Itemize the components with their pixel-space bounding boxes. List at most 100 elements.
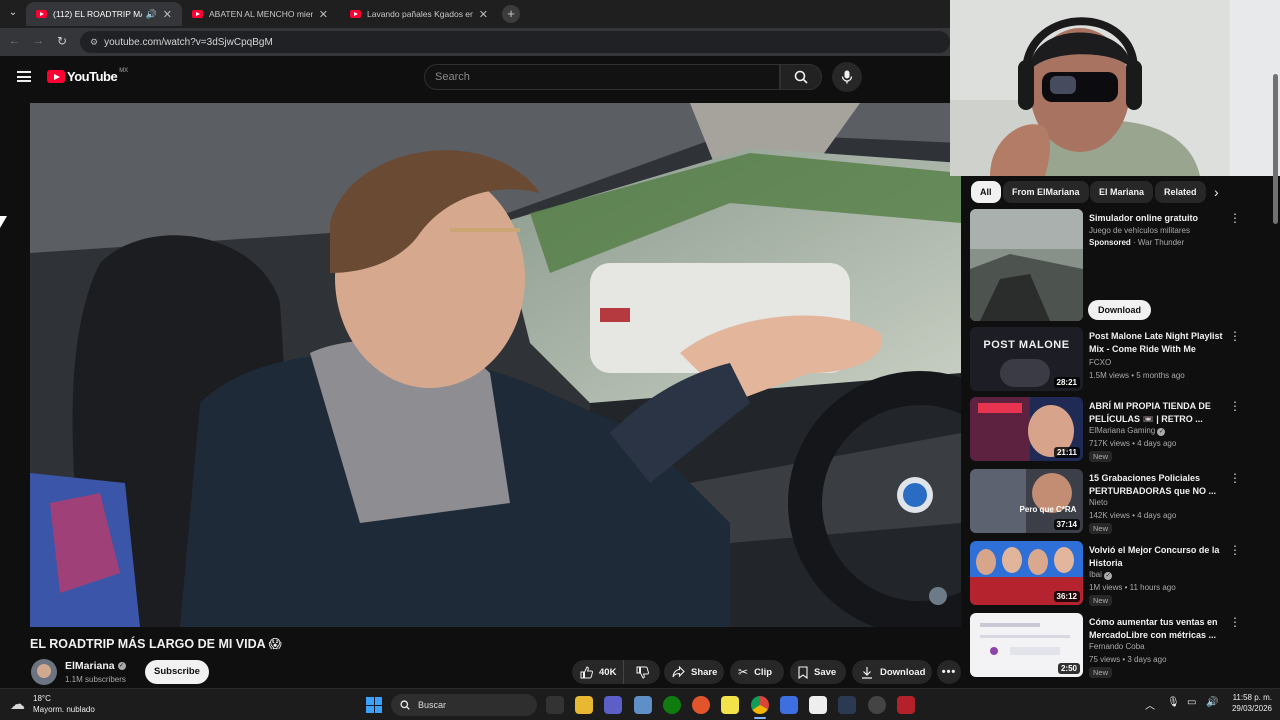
new-badge: New [1089,595,1113,606]
capcut-icon[interactable] [809,696,827,714]
youtube-wordmark: YouTube [67,69,118,84]
file-explorer-icon[interactable] [575,696,593,714]
rec-title[interactable]: 15 Grabaciones Policiales PERTURBADORAS … [1089,472,1229,498]
taskbar-search-box[interactable]: Buscar [391,694,537,716]
chip-related[interactable]: Related [1155,181,1206,203]
chips-next-icon[interactable]: › [1214,184,1219,200]
close-tab-icon[interactable]: ✕ [479,8,488,21]
teams-icon[interactable] [604,696,622,714]
ad-download-button[interactable]: Download [1088,300,1151,320]
network-icon[interactable]: ▭ [1187,697,1196,708]
search-input[interactable]: Search [424,64,780,90]
rec-channel[interactable]: ElMariana Gaming ✓ [1089,424,1239,437]
clip-button[interactable]: ✂ Clip [730,660,784,684]
microphone-tray-icon[interactable]: 🎙 [1167,697,1180,708]
rec-channel[interactable]: FCXO [1089,356,1239,369]
rec-channel[interactable]: Ibai ✓ [1089,568,1239,581]
video-thumbnail[interactable]: 21:11 [970,397,1083,461]
tab-abaten[interactable]: ABATEN AL MENCHO mientras ✕ [182,2,338,26]
taskbar: ☁ 18°C Mayorm. nublado Buscar ︿ 🎙 ▭ 🔊 11… [0,688,1280,720]
app-icon-4[interactable] [634,696,652,714]
verified-icon: ✓ [1157,428,1166,436]
youtube-logo[interactable]: YouTube MX [47,68,128,84]
menu-icon[interactable] [17,71,31,82]
duration-badge: 21:11 [1053,447,1080,458]
tray-chevron-icon[interactable]: ︿ [1145,697,1155,712]
subscribe-button[interactable]: Subscribe [145,660,209,684]
app-icon-7[interactable] [721,696,739,714]
channel-name[interactable]: ElMariana ✓ [65,660,126,672]
microphone-icon [841,70,853,84]
close-tab-icon[interactable]: ✕ [163,8,172,21]
rec-title[interactable]: Post Malone Late Night Playlist Mix - Co… [1089,330,1229,356]
ad-thumbnail[interactable] [970,209,1083,321]
app-icon-9[interactable] [780,696,798,714]
xbox-icon[interactable] [663,696,681,714]
video-thumbnail[interactable]: Pero que C*RA 37:14 [970,469,1083,533]
more-options-icon[interactable]: ⋮ [1229,399,1241,413]
more-actions-button[interactable]: ••• [937,660,961,684]
forward-icon[interactable]: → [33,35,44,47]
tab-roadtrip[interactable]: (112) EL ROADTRIP MÁS LA 🔊 ✕ [26,2,182,26]
dislike-button[interactable] [624,660,660,684]
speaker-icon[interactable]: 🔊 [146,9,157,20]
recommendation-item[interactable]: 2:50 Cómo aumentar tus ventas en Mercado… [970,613,1260,678]
chip-el-mariana[interactable]: El Mariana [1090,181,1154,203]
more-options-icon[interactable]: ⋮ [1229,211,1241,225]
new-badge: New [1089,451,1113,462]
video-thumbnail[interactable]: 2:50 [970,613,1083,677]
recommendation-item[interactable]: 36:12 Volvió el Mejor Concurso de la His… [970,541,1260,606]
like-button[interactable]: 40K [572,660,624,684]
video-thumbnail[interactable]: 36:12 [970,541,1083,605]
rec-channel[interactable]: Fernando Coba [1089,640,1239,653]
channel-avatar[interactable] [31,659,57,685]
rec-title[interactable]: Volvió el Mejor Concurso de la Historia [1089,544,1229,570]
more-options-icon[interactable]: ⋮ [1229,471,1241,485]
rec-title[interactable]: ABRÍ MI PROPIA TIENDA DE PELÍCULAS 📼 | R… [1089,400,1229,426]
recommendation-ad[interactable]: Simulador online gratuito Juego de vehíc… [970,209,1260,321]
recommendation-item[interactable]: POST MALONE 28:21 Post Malone Late Night… [970,327,1260,391]
volume-icon[interactable]: 🔊 [1206,697,1218,708]
search-button[interactable] [780,64,822,90]
new-tab-button[interactable]: + [502,5,520,23]
recommendation-item[interactable]: 21:11 ABRÍ MI PROPIA TIENDA DE PELÍCULAS… [970,397,1260,462]
address-bar[interactable]: ⚙ youtube.com/watch?v=3dSjwCpqBgM [80,31,950,53]
weather-widget[interactable]: ☁ 18°C Mayorm. nublado [10,693,120,717]
video-title: EL ROADTRIP MÁS LARGO DE MI VIDA 😱 [30,637,282,651]
back-icon[interactable]: ← [9,35,20,47]
windows-start-icon[interactable] [366,697,382,713]
more-options-icon[interactable]: ⋮ [1229,543,1241,557]
app-icon-12[interactable] [868,696,886,714]
tab-search-chevron-icon[interactable]: ⌄ [6,6,20,20]
share-button[interactable]: Share [664,660,724,684]
clock-time: 11:58 p. m. [1232,693,1272,702]
video-thumbnail[interactable]: POST MALONE 28:21 [970,327,1083,391]
app-icon-6[interactable] [692,696,710,714]
site-settings-icon[interactable]: ⚙ [90,37,98,48]
reload-icon[interactable]: ↻ [57,34,67,48]
chrome-icon[interactable] [751,696,769,714]
video-player[interactable] [30,103,961,627]
app-icon-13[interactable] [897,696,915,714]
voice-search-button[interactable] [832,62,862,92]
tab-lavando[interactable]: Lavando pañales Kgados en La ✕ [340,2,498,26]
weather-description: Mayorm. nublado [33,705,95,714]
rec-title[interactable]: Cómo aumentar tus ventas en MercadoLibre… [1089,616,1229,642]
recommendation-item[interactable]: Pero que C*RA 37:14 15 Grabaciones Polic… [970,469,1260,534]
clock[interactable]: 11:58 p. m. 29/03/2026 [1222,693,1272,713]
app-icon-1[interactable] [546,696,564,714]
chip-all[interactable]: All [971,181,1001,203]
more-options-icon[interactable]: ⋮ [1229,329,1241,343]
close-tab-icon[interactable]: ✕ [319,8,328,21]
new-badge: New [1089,667,1113,678]
duration-badge: 2:50 [1057,663,1080,674]
youtube-favicon-icon [36,10,47,18]
rec-channel[interactable]: Nieto [1089,496,1239,509]
download-button[interactable]: Download [852,660,932,684]
chip-from-elmariana[interactable]: From ElMariana [1003,181,1089,203]
scrollbar[interactable] [1272,60,1280,688]
search-icon [794,70,808,84]
more-options-icon[interactable]: ⋮ [1229,615,1241,629]
save-button[interactable]: Save [790,660,846,684]
app-icon-11[interactable] [838,696,856,714]
